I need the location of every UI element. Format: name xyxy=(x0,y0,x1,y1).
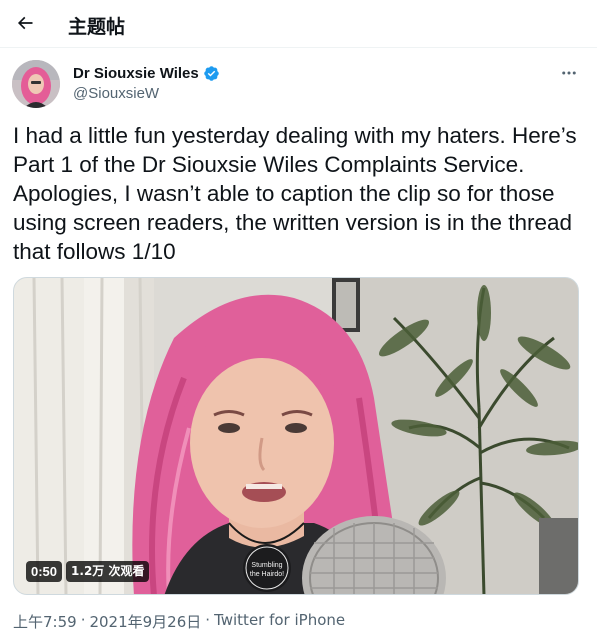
meta-separator: · xyxy=(80,611,86,629)
tweet-text: I had a little fun yesterday dealing wit… xyxy=(13,123,577,264)
arrow-left-icon xyxy=(17,16,33,30)
tweet-date-link[interactable]: 2021年9月26日 xyxy=(89,611,201,632)
tweet-source-link[interactable]: Twitter for iPhone xyxy=(214,611,345,632)
meta-separator: · xyxy=(205,611,211,629)
necklace-text-line2: the Hairdo! xyxy=(250,571,284,578)
video-badges: 0:50 1.2万 次观看 xyxy=(26,561,150,582)
author-block[interactable]: Dr Siouxsie Wiles @SiouxsieW xyxy=(73,65,220,102)
tweet-time-link[interactable]: 上午7:59 xyxy=(13,611,77,632)
back-button[interactable] xyxy=(8,6,42,40)
user-handle[interactable]: @SiouxsieW xyxy=(73,85,220,102)
display-name[interactable]: Dr Siouxsie Wiles xyxy=(73,65,199,82)
video-duration-badge: 0:50 xyxy=(26,561,63,582)
more-options-button[interactable] xyxy=(554,62,584,84)
tweet-meta: 上午7:59 · 2021年9月26日 · Twitter for iPhone xyxy=(13,611,345,632)
verified-badge-icon xyxy=(203,66,219,81)
avatar[interactable] xyxy=(12,60,60,108)
page-header: 主题帖 xyxy=(0,0,597,48)
necklace-text-line1: Stumbling xyxy=(251,562,282,569)
video-thumbnail: Stumbling the Hairdo! xyxy=(14,278,578,594)
avatar-image xyxy=(12,60,60,108)
page-title: 主题帖 xyxy=(68,16,126,38)
video-player[interactable]: Stumbling the Hairdo! 0:50 1.2万 次观看 xyxy=(13,277,579,595)
more-horizontal-icon xyxy=(562,71,576,75)
video-view-count-badge: 1.2万 次观看 xyxy=(66,561,150,582)
